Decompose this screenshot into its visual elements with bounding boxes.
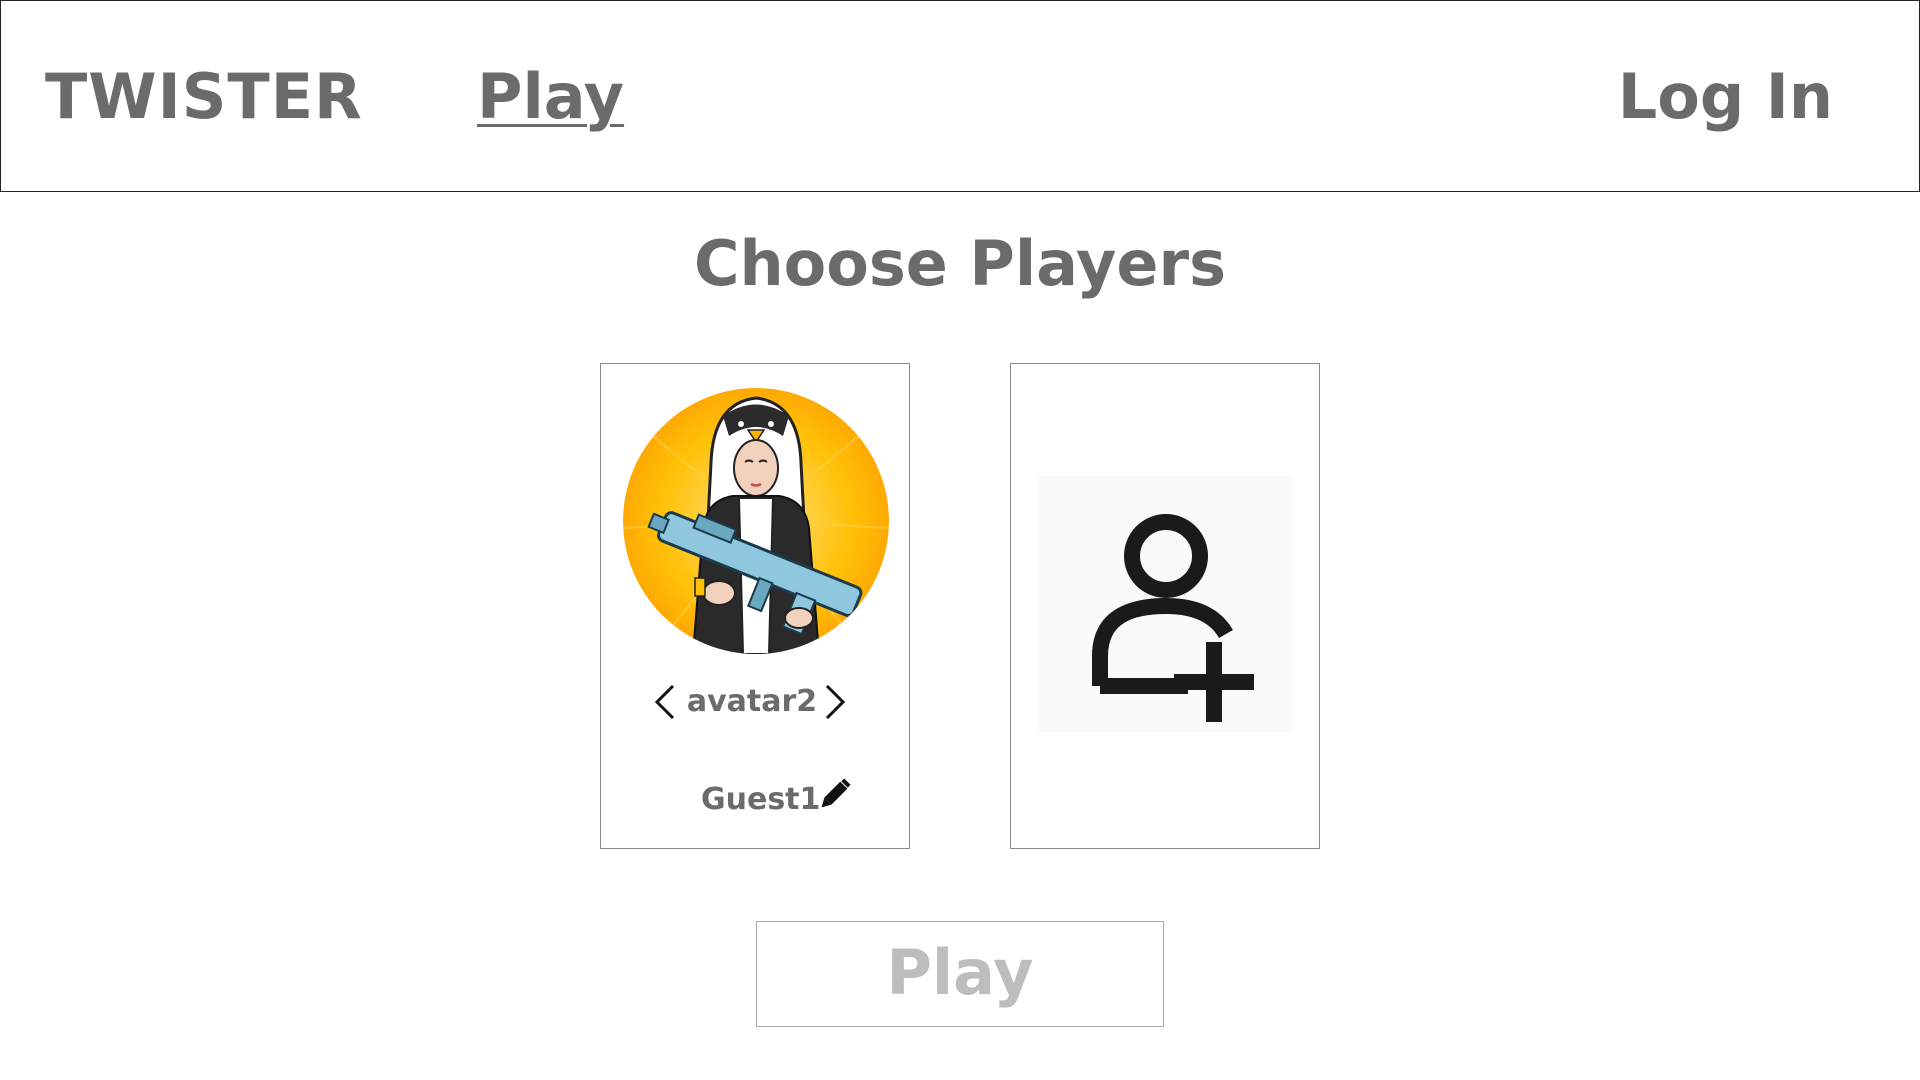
brand-logo[interactable]: TWISTER [45,61,363,133]
add-player-card[interactable] [1010,363,1320,849]
top-nav-bar: TWISTER Play Log In [0,0,1920,192]
avatar-name: avatar2 [686,684,818,719]
page-title: Choose Players [694,227,1226,300]
add-user-icon [1092,514,1254,722]
login-link[interactable]: Log In [1618,61,1833,133]
play-button[interactable]: Play [756,921,1164,1027]
player-card: avatar2 Guest1 [600,363,910,849]
add-player-area [1038,476,1294,732]
chevron-right-icon[interactable] [817,680,853,724]
nav-link-play[interactable]: Play [477,61,624,133]
player-avatar-image [623,388,889,654]
player-name: Guest1 [701,782,821,817]
avatar-selector: avatar2 [601,672,909,732]
avatar-illustration [623,388,889,654]
player-name-row: Guest1 [601,774,909,824]
pencil-icon[interactable] [815,774,855,814]
page: TWISTER Play Log In Choose Players avata… [0,0,1920,1080]
chevron-left-icon[interactable] [647,680,683,724]
